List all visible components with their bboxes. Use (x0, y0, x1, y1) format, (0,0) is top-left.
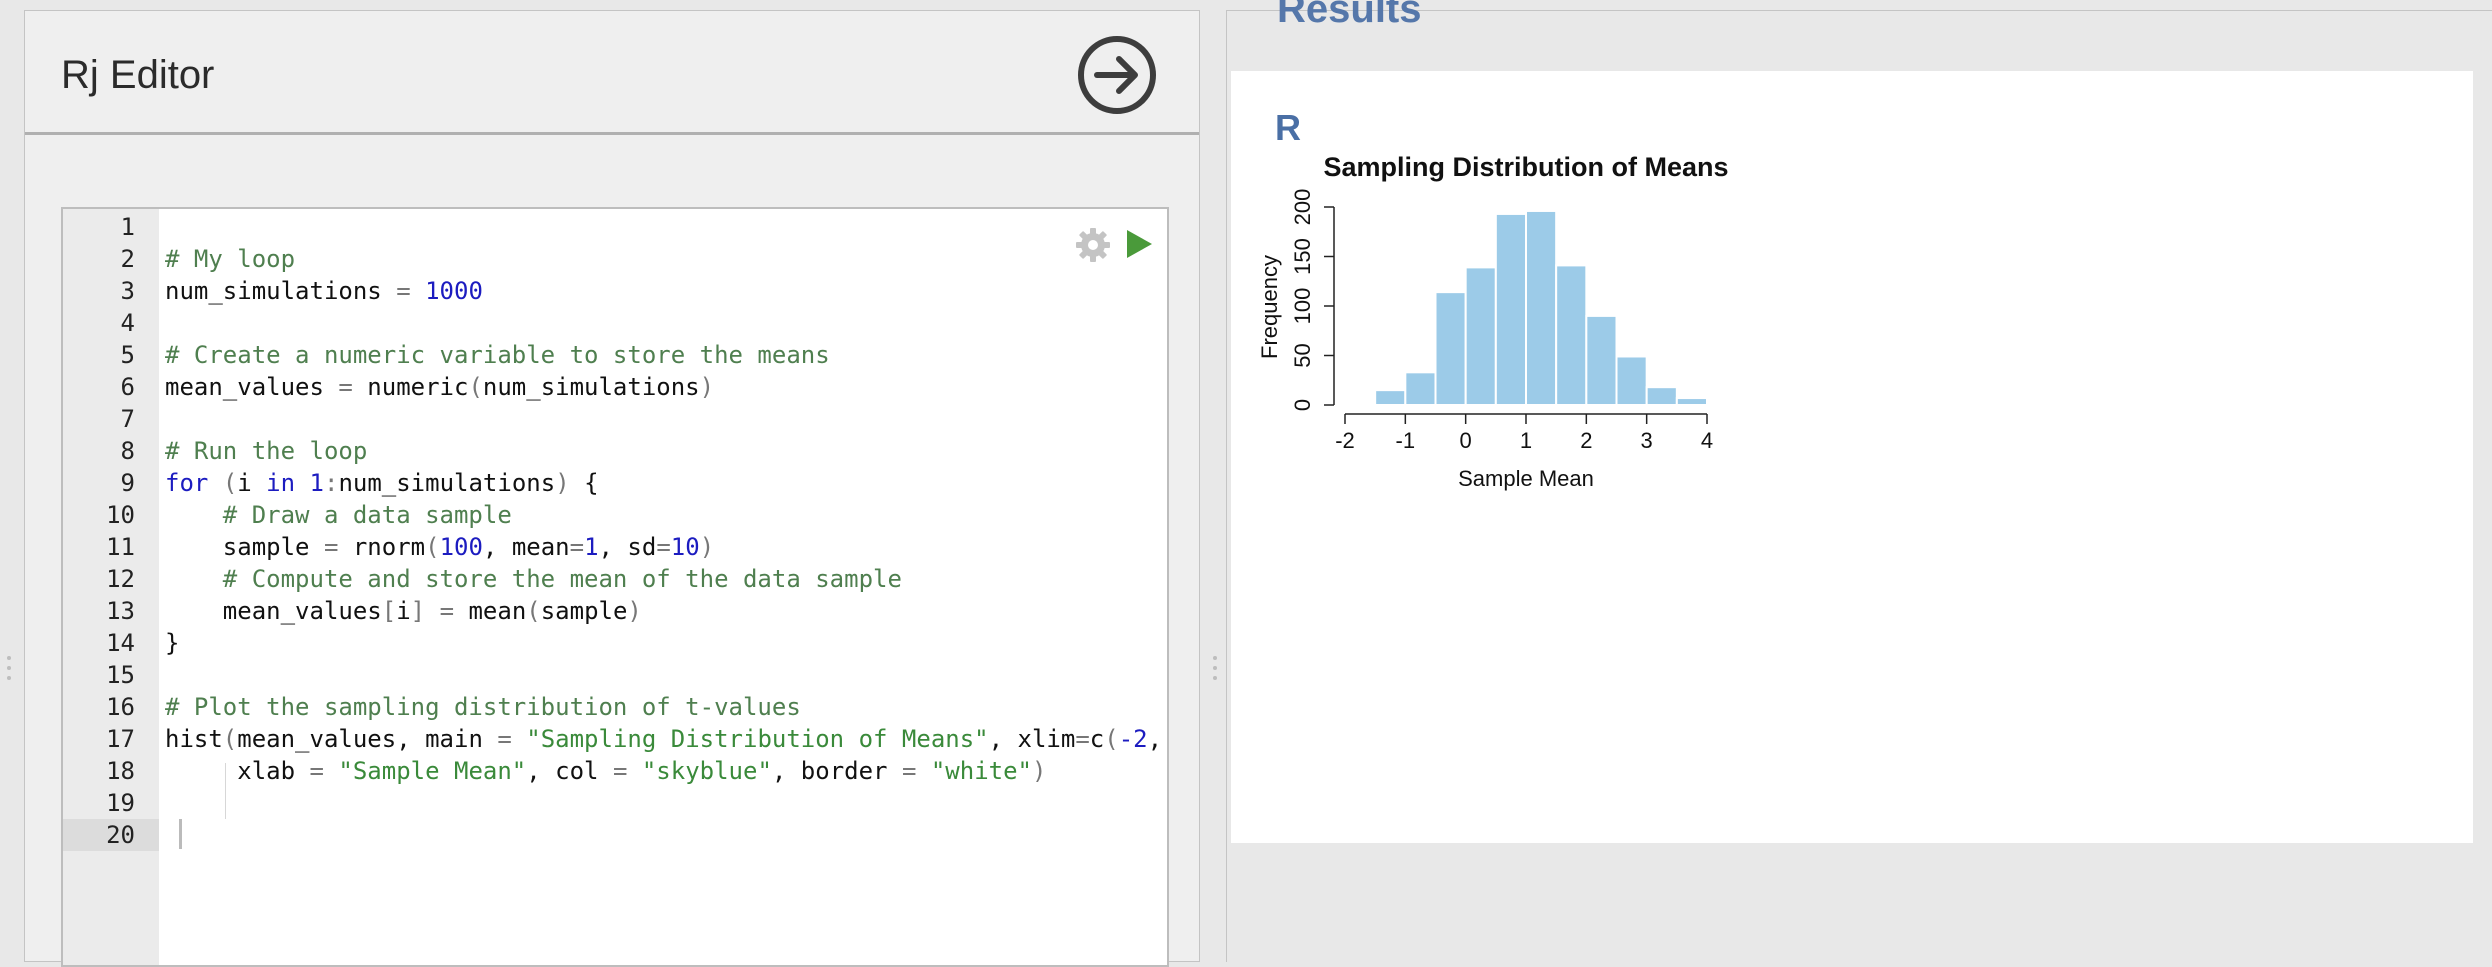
chart-title: Sampling Distribution of Means (1323, 152, 1728, 182)
line-number: 15 (106, 661, 135, 689)
x-tick-label: 2 (1580, 428, 1592, 453)
run-icon[interactable] (1121, 227, 1155, 261)
x-tick-label: 4 (1701, 428, 1713, 453)
x-tick-label: 1 (1520, 428, 1532, 453)
x-tick-label: 3 (1641, 428, 1653, 453)
histogram-bar (1404, 371, 1437, 406)
code-line[interactable]: } (165, 627, 179, 659)
code-line[interactable]: # Draw a data sample (165, 499, 512, 531)
left-splitter-handle[interactable] (6, 654, 12, 684)
indent-guide (225, 763, 226, 819)
y-tick-label: 0 (1290, 399, 1315, 411)
panel-splitter-handle[interactable] (1212, 654, 1218, 684)
y-tick-label: 200 (1290, 189, 1315, 226)
line-number: 3 (120, 277, 135, 305)
histogram-bar (1374, 389, 1407, 406)
line-number: 7 (120, 405, 135, 433)
histogram-bar (1494, 212, 1528, 406)
histogram-bar (1434, 291, 1467, 406)
x-axis-label: Sample Mean (1458, 466, 1594, 491)
code-line[interactable]: for (i in 1:num_simulations) { (165, 467, 599, 499)
text-cursor (179, 819, 182, 849)
code-line[interactable]: num_simulations = 1000 (165, 275, 483, 307)
histogram-bar (1344, 402, 1377, 406)
editor-title: Rj Editor (61, 53, 215, 97)
code-line[interactable]: xlab = "Sample Mean", col = "skyblue", b… (165, 755, 1046, 787)
code-line[interactable]: # Create a numeric variable to store the… (165, 339, 830, 371)
results-panel: Results R -2 -1 0 1 2 3 4 0 50 100 150 200 Sampling … (1226, 0, 2492, 962)
code-line[interactable]: # Run the loop (165, 435, 367, 467)
y-tick-label: 100 (1290, 288, 1315, 325)
x-tick-label: 0 (1460, 428, 1472, 453)
line-number: 10 (106, 501, 135, 529)
histogram-bar (1585, 314, 1618, 406)
line-number: 8 (120, 437, 135, 465)
line-number: 6 (120, 373, 135, 401)
line-number: 2 (120, 245, 135, 273)
line-number: 9 (120, 469, 135, 497)
line-number: 1 (120, 213, 135, 241)
histogram-bar (1675, 397, 1709, 407)
line-number: 5 (120, 341, 135, 369)
line-number: 17 (106, 725, 135, 753)
x-tick-label: -1 (1396, 428, 1416, 453)
gear-icon[interactable] (1075, 227, 1111, 263)
histogram-bar (1464, 266, 1497, 406)
line-number: 12 (106, 565, 135, 593)
line-number: 20 (63, 819, 159, 851)
go-arrow-icon[interactable] (1077, 35, 1157, 115)
editor-panel: Rj Editor 1 2 3 4 5 6 7 8 9 10 11 12 13 14 15 16 17 18 19 2… (24, 10, 1200, 967)
editor-header: Rj Editor (25, 11, 1199, 135)
code-line[interactable]: sample = rnorm(100, mean=1, sd=10) (165, 531, 714, 563)
y-axis-label: Frequency (1257, 255, 1282, 359)
line-number: 16 (106, 693, 135, 721)
histogram-bar (1615, 355, 1648, 406)
histogram-bar (1645, 386, 1678, 406)
code-line[interactable]: mean_values = numeric(num_simulations) (165, 371, 714, 403)
line-number: 13 (106, 597, 135, 625)
line-number: 14 (106, 629, 135, 657)
code-line[interactable]: # Plot the sampling distribution of t-va… (165, 691, 801, 723)
code-line[interactable]: # My loop (165, 243, 295, 275)
code-editor[interactable]: 1 2 3 4 5 6 7 8 9 10 11 12 13 14 15 16 17 18 19 20 # My loo… (61, 207, 1169, 967)
y-tick-label: 150 (1290, 238, 1315, 275)
results-output: R -2 -1 0 1 2 3 4 0 50 100 150 200 Sampling Distribu… (1231, 71, 2473, 843)
code-line[interactable]: mean_values[i] = mean(sample) (165, 595, 642, 627)
histogram-bar (1555, 264, 1588, 406)
histogram-chart: -2 -1 0 1 2 3 4 0 50 100 150 200 Sampling Distributi… (1257, 152, 1729, 491)
code-line[interactable]: hist(mean_values, main = "Sampling Distr… (165, 723, 1162, 755)
line-number: 4 (120, 309, 135, 337)
line-number: 19 (106, 789, 135, 817)
histogram-bar (1525, 209, 1558, 406)
line-number-gutter: 1 2 3 4 5 6 7 8 9 10 11 12 13 14 15 16 17 18 19 20 (63, 209, 159, 965)
results-title: Results (1277, 0, 1422, 31)
line-number: 18 (106, 757, 135, 785)
y-tick-label: 50 (1290, 343, 1315, 367)
line-number: 11 (106, 533, 135, 561)
code-line[interactable]: # Compute and store the mean of the data… (165, 563, 902, 595)
x-tick-label: -2 (1335, 428, 1355, 453)
